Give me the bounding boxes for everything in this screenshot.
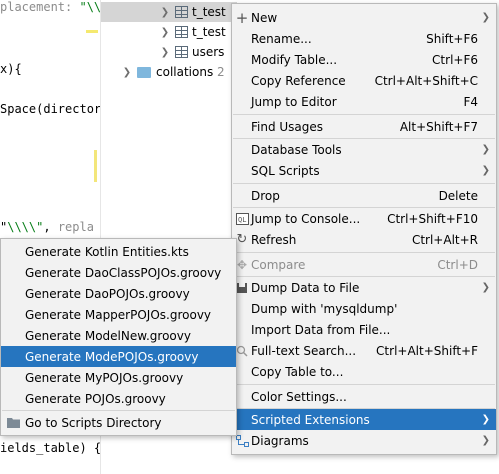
chevron-right-icon: ❯ [481,144,490,155]
table-icon [175,6,188,18]
submenu-item-script[interactable]: Generate MyPOJOs.groovy [1,367,236,388]
chevron-right-icon: ❯ [481,414,490,425]
code-line: ields_table) { [0,441,100,455]
submenu-item-script[interactable]: Generate DaoPOJOs.groovy [1,283,236,304]
tree-item-table[interactable]: ❯ users [101,42,237,62]
submenu-item-go-to-scripts-directory[interactable]: Go to Scripts Directory [1,412,236,433]
submenu-item-script[interactable]: Generate MapperPOJOs.groovy [1,304,236,325]
refresh-icon: ↻ [236,232,248,247]
chevron-right-icon: ❯ [481,165,490,176]
tree-item-label: t_test [192,5,226,19]
chevron-right-icon: ❯ [481,282,490,293]
code-line: x){ [0,62,22,76]
scripted-extensions-submenu[interactable]: Generate Kotlin Entities.kts Generate Da… [0,238,237,436]
chevron-right-icon[interactable]: ❯ [159,7,171,18]
tree-item-table[interactable]: ❯ t_test [101,2,237,22]
menu-item-diagrams[interactable]: Diagrams ❯ [232,430,496,451]
chevron-right-icon[interactable]: ❯ [121,67,133,78]
change-marker [86,30,98,33]
menu-item-compare[interactable]: ✥ Compare Ctrl+D [232,254,496,275]
code-line: "\\\\", repla [0,220,94,234]
tree-item-label: collations [156,65,214,79]
submenu-item-script[interactable]: Generate DaoClassPOJOs.groovy [1,262,236,283]
menu-item-dump-data-to-file[interactable]: Dump Data to File ❯ [232,277,496,298]
chevron-right-icon[interactable]: ❯ [159,47,171,58]
folder-icon [137,66,151,78]
menu-item-find-usages[interactable]: Find Usages Alt+Shift+F7 [232,116,496,137]
menu-separator [233,183,495,184]
menu-separator [233,114,495,115]
menu-item-sql-scripts[interactable]: SQL Scripts ❯ [232,160,496,181]
menu-separator [233,252,495,253]
table-icon [175,26,188,38]
tree-item-folder[interactable]: ❯ collations 2 [101,62,237,82]
submenu-item-script[interactable]: Generate ModelNew.groovy [1,325,236,346]
menu-item-jump-to-editor[interactable]: Jump to Editor F4 [232,91,496,112]
menu-separator [233,384,495,385]
tree-item-label: t_test [192,25,226,39]
menu-item-drop[interactable]: Drop Delete [232,185,496,206]
dump-icon [235,281,249,295]
diagram-icon [235,434,249,448]
svg-text:QL: QL [238,216,246,224]
menu-item-refresh[interactable]: ↻ Refresh Ctrl+Alt+R [232,229,496,250]
menu-item-copy-table[interactable]: Copy Table to... [232,361,496,382]
submenu-item-script[interactable]: Generate ModePOJOs.groovy [1,346,236,367]
change-marker [94,150,97,182]
submenu-item-script[interactable]: Generate Kotlin Entities.kts [1,241,236,262]
compare-icon: ✥ [236,257,248,272]
chevron-right-icon[interactable]: ❯ [159,27,171,38]
tree-item-table[interactable]: ❯ t_test [101,22,237,42]
console-icon: QL [235,212,249,226]
menu-item-color-settings[interactable]: Color Settings... [232,386,496,407]
menu-separator [2,410,235,411]
menu-item-import-data[interactable]: Import Data from File... [232,319,496,340]
code-line: placement: "\\ [0,0,100,14]
menu-item-copy-reference[interactable]: Copy Reference Ctrl+Alt+Shift+C [232,70,496,91]
menu-item-rename[interactable]: Rename... Shift+F6 [232,28,496,49]
folder-icon [6,416,20,430]
menu-item-database-tools[interactable]: Database Tools ❯ [232,139,496,160]
chevron-right-icon: ❯ [481,435,490,446]
tree-item-count: 2 [217,65,225,79]
code-line: Space(directory [0,102,100,116]
menu-item-new[interactable]: + New ❯ [232,7,496,28]
search-icon [235,344,249,358]
menu-item-full-text-search[interactable]: Full-text Search... Ctrl+Alt+Shift+F [232,340,496,361]
menu-item-dump-mysqldump[interactable]: Dump with 'mysqldump' [232,298,496,319]
table-icon [175,46,188,58]
submenu-item-script[interactable]: Generate POJOs.groovy [1,388,236,409]
plus-icon: + [235,8,249,27]
context-menu[interactable]: + New ❯ Rename... Shift+F6 Modify Table.… [231,3,497,455]
menu-item-scripted-extensions[interactable]: Scripted Extensions ❯ [232,409,496,430]
menu-item-modify-table[interactable]: Modify Table... Ctrl+F6 [232,49,496,70]
menu-item-jump-to-console[interactable]: QL Jump to Console... Ctrl+Shift+F10 [232,208,496,229]
tree-item-label: users [192,45,225,59]
chevron-right-icon: ❯ [481,12,490,23]
